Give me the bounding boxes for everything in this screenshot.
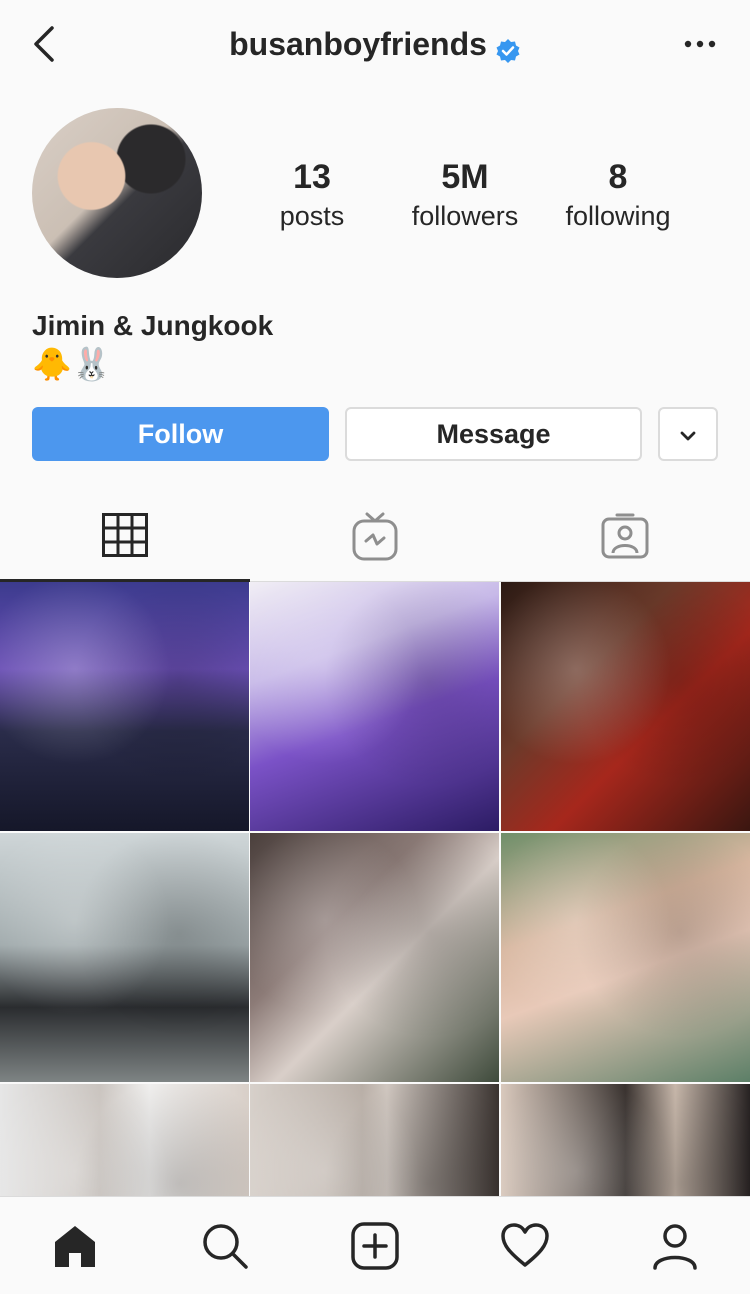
profile-name: Jimin & Jungkook <box>32 310 274 341</box>
profile-icon[interactable] <box>648 1219 702 1273</box>
post-thumbnail[interactable] <box>501 833 750 1082</box>
post-thumbnail[interactable] <box>0 582 249 831</box>
posts-label: posts <box>279 201 345 231</box>
follow-button[interactable]: Follow <box>32 407 329 461</box>
followers-count: 5M <box>441 158 489 196</box>
post-thumbnail[interactable] <box>250 833 499 1082</box>
activity-heart-icon[interactable] <box>498 1219 552 1273</box>
more-options-icon[interactable] <box>680 30 720 60</box>
post-thumbnail[interactable] <box>250 582 499 831</box>
post-thumbnail[interactable] <box>0 1084 249 1196</box>
message-button[interactable]: Message <box>345 407 642 461</box>
verified-badge-icon <box>495 31 521 63</box>
post-thumbnail[interactable] <box>501 582 750 831</box>
posts-grid <box>0 582 750 1196</box>
followers-stat[interactable]: 5M followers <box>390 155 540 233</box>
bottom-navigation <box>0 1196 750 1294</box>
suggested-dropdown-button[interactable] <box>658 407 718 461</box>
posts-count: 13 <box>293 158 331 196</box>
posts-stat[interactable]: 13 posts <box>237 155 387 233</box>
profile-avatar[interactable] <box>32 108 202 278</box>
grid-tab[interactable] <box>0 490 250 582</box>
tagged-tab[interactable] <box>500 490 750 582</box>
search-icon[interactable] <box>198 1219 252 1273</box>
post-thumbnail[interactable] <box>0 833 249 1082</box>
following-stat[interactable]: 8 following <box>543 155 693 233</box>
igtv-icon <box>352 512 398 561</box>
grid-icon <box>102 512 148 557</box>
tagged-person-icon <box>601 513 649 559</box>
followers-label: followers <box>411 201 519 231</box>
profile-tabs <box>0 490 750 582</box>
following-count: 8 <box>608 158 628 196</box>
new-post-icon[interactable] <box>348 1219 402 1273</box>
post-thumbnail[interactable] <box>501 1084 750 1196</box>
post-thumbnail[interactable] <box>250 1084 499 1196</box>
profile-header: busanboyfriends <box>0 22 750 66</box>
following-label: following <box>565 201 671 231</box>
username-title: busanboyfriends <box>229 26 487 62</box>
home-icon[interactable] <box>48 1219 102 1273</box>
chevron-down-icon <box>680 431 696 441</box>
profile-bio: 🐥🐰 <box>32 345 112 383</box>
igtv-tab[interactable] <box>250 490 500 582</box>
top-bar: busanboyfriends <box>0 0 750 90</box>
